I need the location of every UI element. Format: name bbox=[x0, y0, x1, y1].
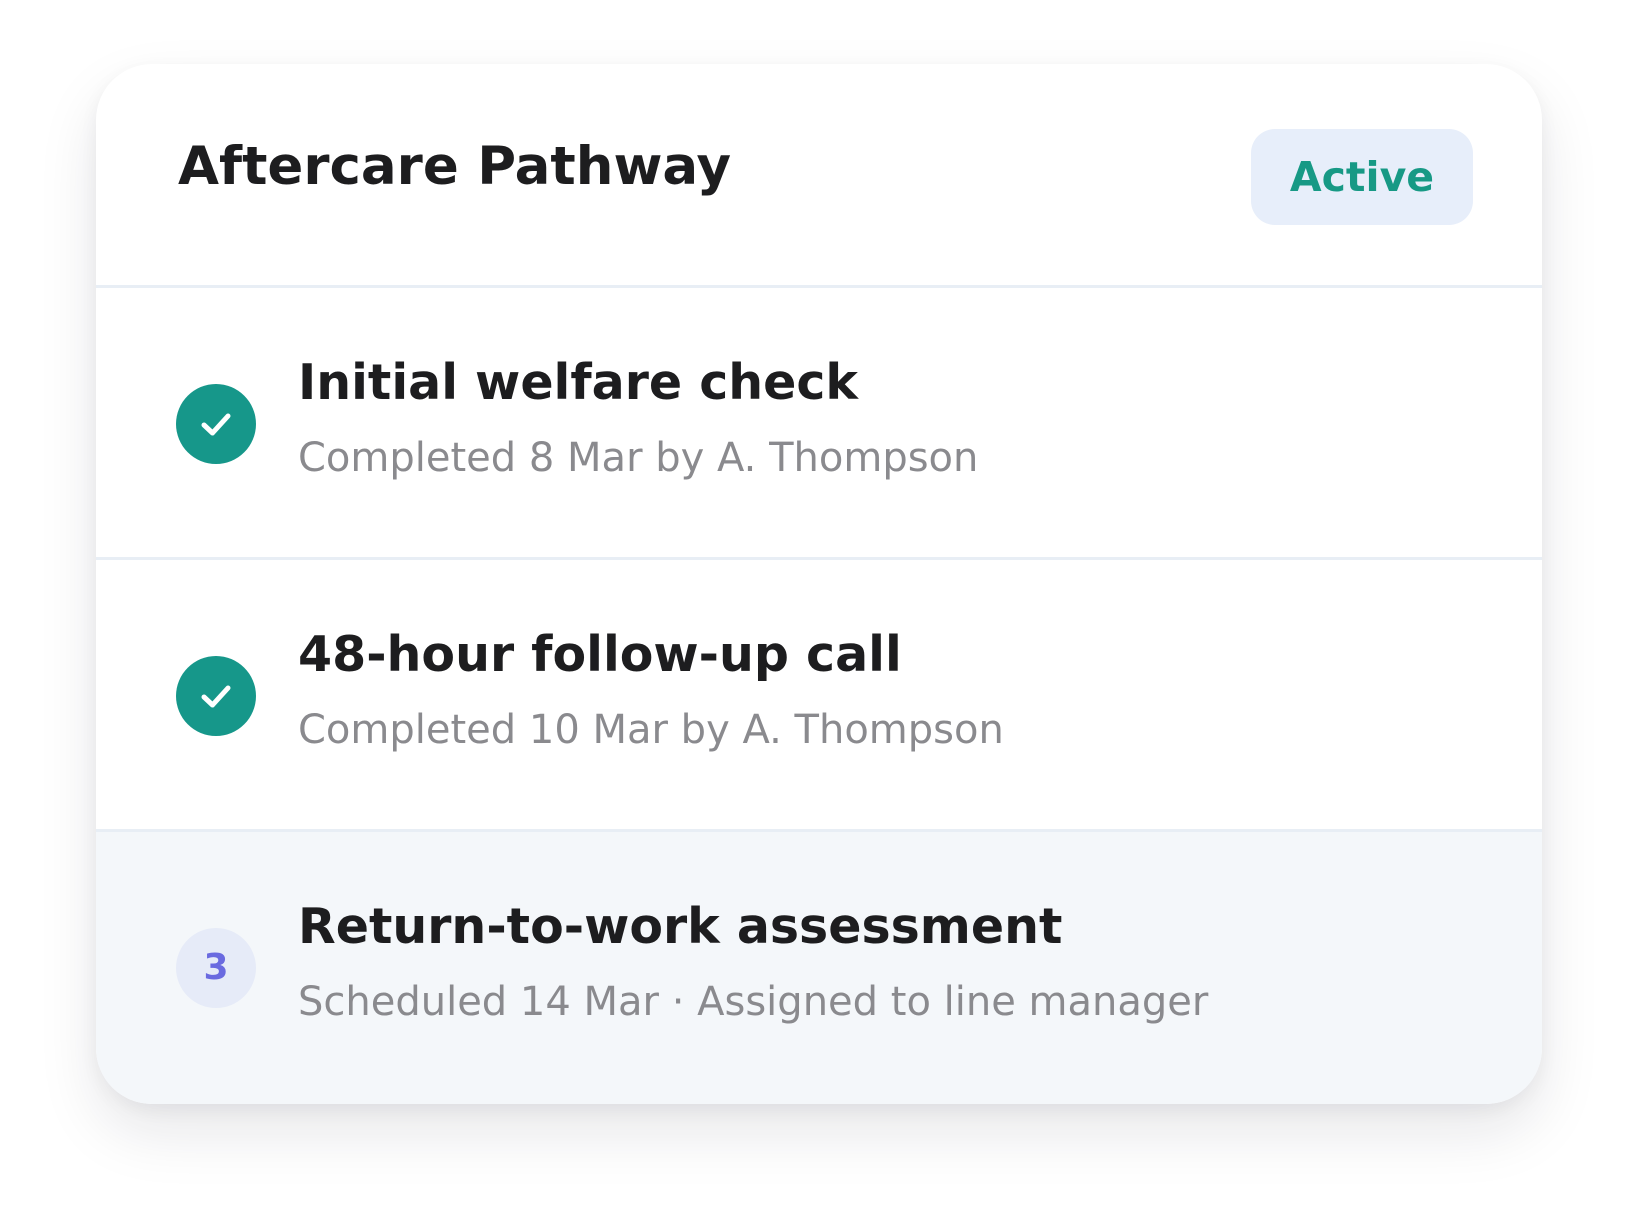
step-row-1[interactable]: Initial welfare check Completed 8 Mar by… bbox=[96, 288, 1542, 560]
step-number-indicator: 3 bbox=[176, 928, 256, 1008]
step-number: 3 bbox=[203, 947, 229, 988]
step-title: 48-hour follow-up call bbox=[298, 626, 902, 683]
step-completed-indicator bbox=[176, 656, 256, 736]
step-completed-indicator bbox=[176, 384, 256, 464]
step-subtitle: Completed 10 Mar by A. Thompson bbox=[298, 707, 1004, 753]
check-icon bbox=[201, 413, 231, 436]
card-title: Aftercare Pathway bbox=[178, 136, 732, 197]
step-row-2[interactable]: 48-hour follow-up call Completed 10 Mar … bbox=[96, 560, 1542, 832]
check-icon bbox=[201, 685, 231, 708]
step-row-3[interactable]: 3 Return-to-work assessment Scheduled 14… bbox=[96, 832, 1542, 1104]
step-title: Return-to-work assessment bbox=[298, 898, 1063, 955]
step-subtitle: Completed 8 Mar by A. Thompson bbox=[298, 435, 979, 481]
aftercare-pathway-card: Aftercare Pathway Active Initial welfare… bbox=[96, 64, 1542, 1104]
status-badge: Active bbox=[1251, 129, 1473, 225]
step-title: Initial welfare check bbox=[298, 354, 858, 411]
step-subtitle: Scheduled 14 Mar · Assigned to line mana… bbox=[298, 979, 1209, 1025]
card-header: Aftercare Pathway Active bbox=[96, 64, 1542, 288]
